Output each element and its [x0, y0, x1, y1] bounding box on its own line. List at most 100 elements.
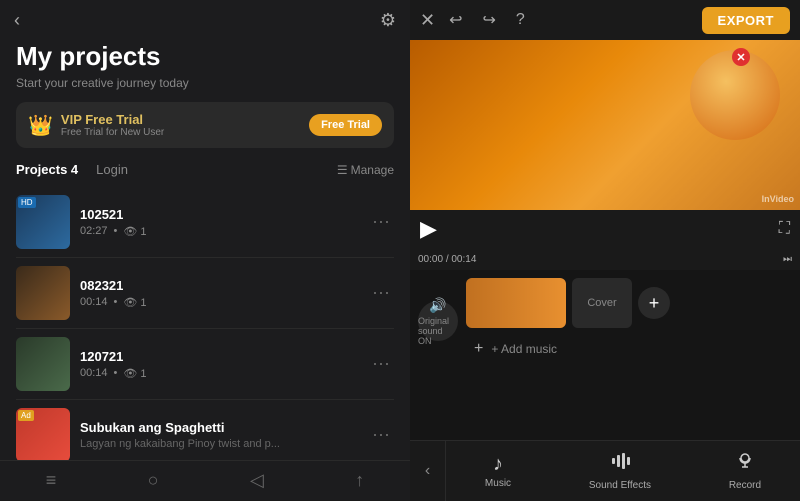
project-more-button[interactable]: ⋯ [368, 279, 394, 308]
timeline-tracks: 🔊 Originalsound ON Cover + + + Add music [410, 270, 800, 372]
project-more-button[interactable]: ⋯ [368, 421, 394, 450]
project-meta: 00:14 • 👁 1 [80, 367, 358, 380]
vip-left: 👑 VIP Free Trial Free Trial for New User [28, 112, 164, 138]
project-desc: Lagyan ng kakaibang Pinoy twist and p... [80, 438, 358, 450]
left-bottom-nav: ≡ ○ ◁ ↑ [0, 460, 410, 500]
project-duration: 02:27 [80, 225, 108, 237]
sound-icon: 🔊 [429, 297, 446, 314]
project-item[interactable]: Ad Subukan ang Spaghetti Lagyan ng kakai… [16, 400, 394, 460]
fullscreen-button[interactable]: ⛶ [779, 220, 790, 238]
music-label: Music [485, 478, 511, 489]
project-name: 082321 [80, 278, 358, 293]
toolbar-back-button[interactable]: ‹ [410, 441, 446, 501]
login-tab[interactable]: Login [96, 162, 128, 177]
timeline-fast-forward[interactable]: ⏭ [783, 254, 792, 265]
project-duration: 00:14 [80, 296, 108, 308]
back-button[interactable]: ‹ [14, 10, 20, 31]
page-title: My projects [16, 41, 394, 72]
nav-back-icon[interactable]: ◁ [250, 470, 264, 491]
project-info: 102521 02:27 • 👁 1 [80, 207, 358, 238]
video-clip[interactable] [466, 278, 566, 328]
project-item[interactable]: 120721 00:14 • 👁 1 ⋯ [16, 329, 394, 400]
project-meta: 00:14 • 👁 1 [80, 296, 358, 309]
track-controls: 🔊 Originalsound ON [418, 301, 458, 341]
manage-label: Manage [351, 163, 394, 177]
manage-link[interactable]: ☰ Manage [337, 163, 394, 177]
project-duration: 00:14 [80, 367, 108, 379]
tool-tabs: ♪ Music Sound Effects [446, 450, 800, 491]
project-views: 👁 1 [123, 225, 146, 238]
right-panel: ✕ ↩ ↪ ? EXPORT ✕ InVideo ▶ ⛶ 00:00 / 00:… [410, 0, 800, 500]
project-thumbnail [16, 337, 70, 391]
project-views: 👁 1 [123, 367, 146, 380]
meta-sep: • [114, 296, 118, 308]
project-meta: 02:27 • 👁 1 [80, 225, 358, 238]
add-music-label: + Add music [491, 342, 557, 356]
vip-subtitle: Free Trial for New User [61, 127, 164, 138]
vip-text: VIP Free Trial Free Trial for New User [61, 112, 164, 138]
original-sound-button[interactable]: 🔊 Originalsound ON [418, 301, 458, 341]
add-clip-button[interactable]: + [638, 287, 670, 319]
sound-effects-tab[interactable]: Sound Effects [589, 450, 651, 491]
timeline-current: 00:00 / 00:14 [418, 254, 476, 265]
sound-effects-label: Sound Effects [589, 480, 651, 491]
project-more-button[interactable]: ⋯ [368, 208, 394, 237]
project-info: Subukan ang Spaghetti Lagyan ng kakaiban… [80, 420, 358, 450]
settings-icon[interactable]: ⚙ [380, 10, 396, 31]
project-item[interactable]: 082321 00:14 • 👁 1 ⋯ [16, 258, 394, 329]
crown-icon: 👑 [28, 113, 53, 138]
cover-clip[interactable]: Cover [572, 278, 632, 328]
record-icon [734, 450, 756, 478]
thumb-label: HD [18, 197, 36, 208]
close-button[interactable]: ✕ [420, 10, 435, 31]
project-thumbnail [16, 266, 70, 320]
nav-up-icon[interactable]: ↑ [355, 470, 364, 491]
manage-icon: ☰ [337, 163, 348, 177]
project-info: 120721 00:14 • 👁 1 [80, 349, 358, 380]
video-clip-row: Cover + [466, 278, 792, 328]
meta-sep: • [114, 367, 118, 379]
time-current: 00:00 [418, 254, 443, 265]
help-button[interactable]: ? [510, 7, 531, 33]
add-music-row[interactable]: + + Add music [466, 334, 792, 364]
vip-title: VIP Free Trial [61, 112, 164, 127]
project-list: HD 102521 02:27 • 👁 1 ⋯ 082321 [16, 187, 394, 460]
record-label: Record [729, 480, 761, 491]
right-topbar: ✕ ↩ ↪ ? EXPORT [410, 0, 800, 40]
error-badge: ✕ [732, 48, 750, 66]
record-tab[interactable]: Record [729, 450, 761, 491]
project-name: 102521 [80, 207, 358, 222]
watermark: InVideo [762, 194, 794, 204]
timeline-area: 00:00 / 00:14 ⏭ 🔊 Originalsound ON Cover [410, 248, 800, 440]
nav-menu-icon[interactable]: ≡ [46, 470, 57, 491]
play-button[interactable]: ▶ [420, 216, 437, 242]
time-total: 00:14 [451, 254, 476, 265]
add-music-icon: + [474, 340, 483, 358]
left-header: ‹ ⚙ [0, 0, 410, 41]
video-preview: ✕ InVideo [410, 40, 800, 210]
vip-free-trial-button[interactable]: Free Trial [309, 114, 382, 136]
nav-home-icon[interactable]: ○ [148, 470, 159, 491]
playback-bar: ▶ ⛶ [410, 210, 800, 248]
project-more-button[interactable]: ⋯ [368, 350, 394, 379]
music-tab[interactable]: ♪ Music [485, 453, 511, 489]
project-thumbnail: Ad [16, 408, 70, 460]
export-button[interactable]: EXPORT [702, 7, 790, 34]
redo-button[interactable]: ↪ [477, 6, 502, 34]
project-item[interactable]: HD 102521 02:27 • 👁 1 ⋯ [16, 187, 394, 258]
projects-tab[interactable]: Projects 4 [16, 162, 78, 177]
cover-label: Cover [587, 297, 616, 309]
vip-banner[interactable]: 👑 VIP Free Trial Free Trial for New User… [16, 102, 394, 148]
undo-button[interactable]: ↩ [443, 6, 468, 34]
project-name: Subukan ang Spaghetti [80, 420, 358, 435]
project-thumbnail: HD [16, 195, 70, 249]
project-info: 082321 00:14 • 👁 1 [80, 278, 358, 309]
music-icon: ♪ [493, 453, 503, 476]
project-views: 👁 1 [123, 296, 146, 309]
ad-label: Ad [18, 410, 34, 421]
track-clips: Cover + + + Add music [466, 278, 792, 364]
sound-label: Originalsound ON [418, 316, 458, 346]
projects-header: Projects 4 Login ☰ Manage [16, 162, 394, 177]
right-bottom-toolbar: ‹ ♪ Music Sound Effects [410, 440, 800, 500]
sound-effects-icon [609, 450, 631, 478]
